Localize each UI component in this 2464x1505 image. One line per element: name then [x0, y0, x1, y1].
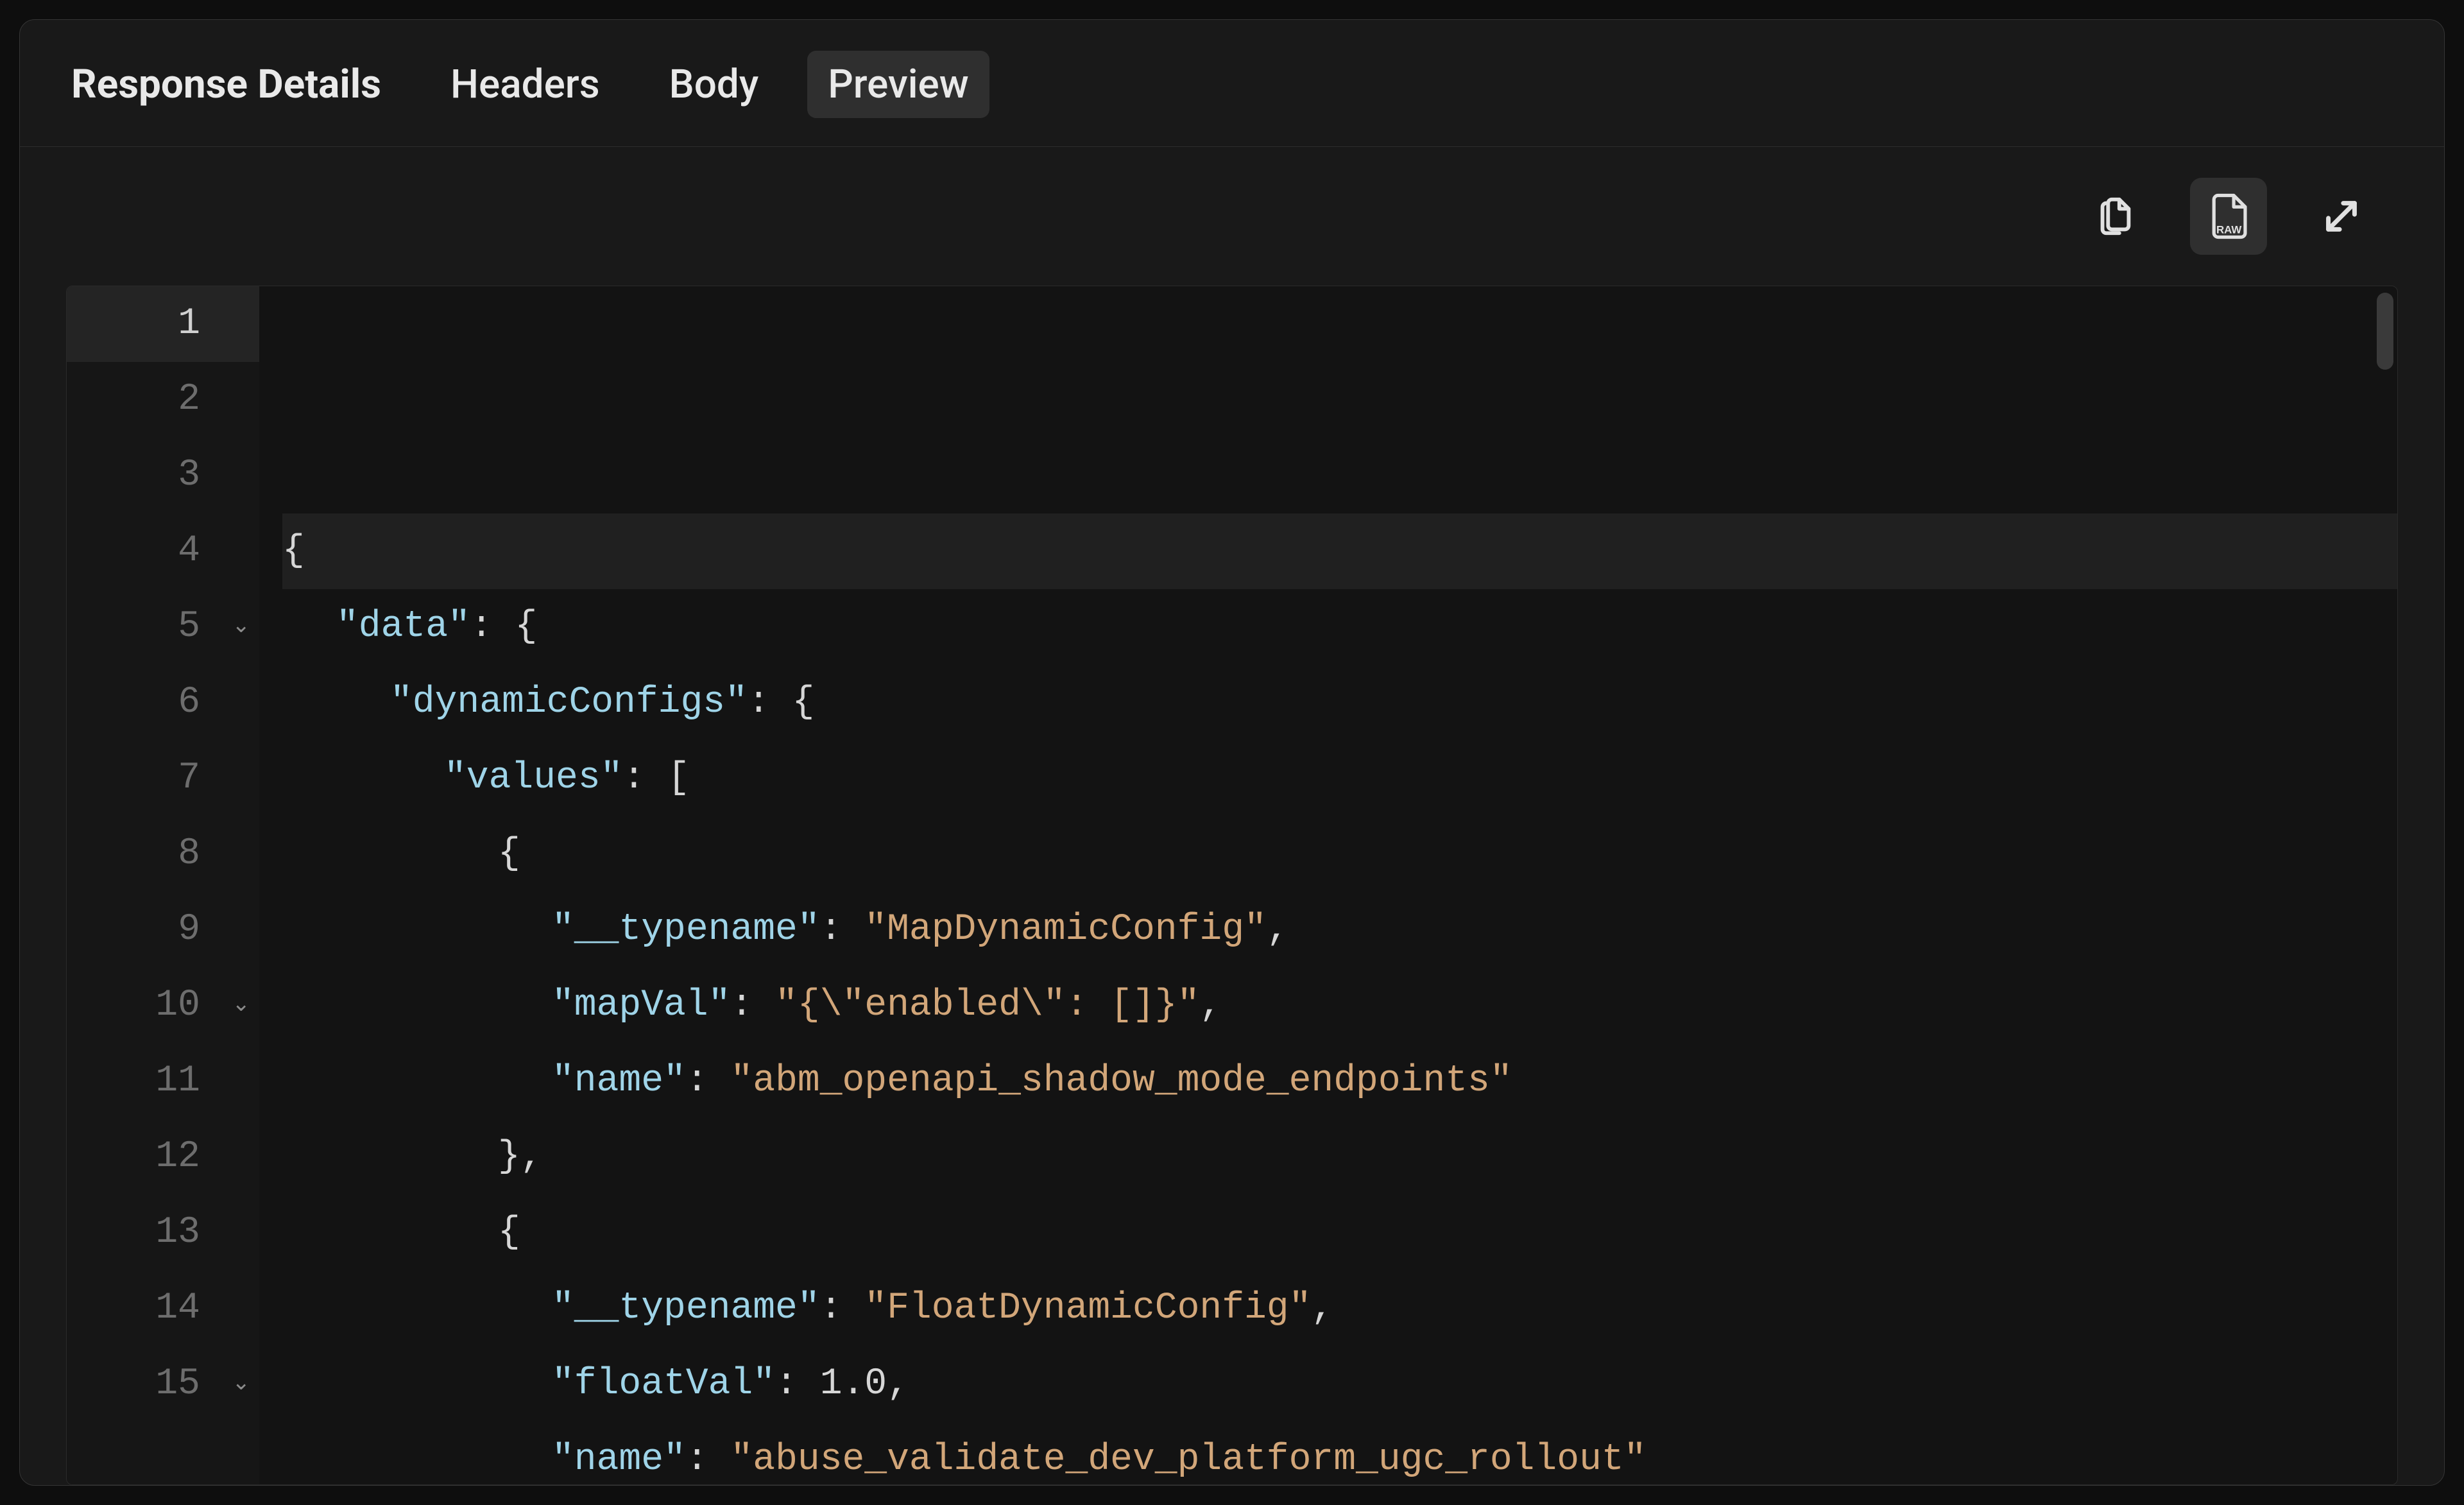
- token-key: "name": [552, 1044, 686, 1119]
- line-number: 2: [67, 362, 259, 438]
- token-string: "abuse_validate_dev_platform_ugc_rollout…: [730, 1422, 1646, 1485]
- raw-toggle-button[interactable]: RAW: [2190, 178, 2267, 255]
- token-key: "__typename": [552, 1271, 820, 1346]
- token-punc: {: [282, 513, 305, 589]
- copy-button[interactable]: [2077, 178, 2154, 255]
- line-number: 11: [67, 1044, 259, 1119]
- token-punc: },: [498, 1119, 543, 1195]
- code-line[interactable]: "values": [: [282, 741, 2397, 816]
- token-punc: :: [686, 1044, 731, 1119]
- code-line[interactable]: {: [282, 513, 2397, 589]
- token-number: 1.0: [820, 1346, 887, 1422]
- token-key: "values": [444, 741, 622, 816]
- token-key: "data": [336, 589, 470, 665]
- line-number: 6: [67, 665, 259, 741]
- tab-body[interactable]: Body: [649, 51, 780, 118]
- line-number: 7: [67, 741, 259, 816]
- line-number: 5⌄: [67, 589, 259, 665]
- svg-text:RAW: RAW: [2216, 224, 2241, 236]
- code-line[interactable]: {: [282, 816, 2397, 892]
- code-line[interactable]: },: [282, 1119, 2397, 1195]
- line-number: 9: [67, 892, 259, 968]
- tab-headers[interactable]: Headers: [430, 51, 620, 118]
- line-number: 1: [67, 286, 259, 362]
- token-string: "abm_openapi_shadow_mode_endpoints": [730, 1044, 1512, 1119]
- code-line[interactable]: "__typename": "FloatDynamicConfig",: [282, 1271, 2397, 1346]
- code-line[interactable]: "mapVal": "{\"enabled\": []}",: [282, 968, 2397, 1044]
- fold-chevron-icon[interactable]: ⌄: [232, 1346, 251, 1422]
- preview-toolbar: RAW: [20, 147, 2444, 270]
- token-key: "dynamicConfigs": [390, 665, 748, 741]
- token-punc: :: [686, 1422, 731, 1485]
- token-punc: :: [730, 968, 775, 1044]
- fold-chevron-icon[interactable]: ⌄: [232, 589, 251, 665]
- code-line[interactable]: "name": "abm_openapi_shadow_mode_endpoin…: [282, 1044, 2397, 1119]
- line-number: 4: [67, 513, 259, 589]
- token-string: "MapDynamicConfig": [864, 892, 1267, 968]
- line-number: 12: [67, 1119, 259, 1195]
- token-punc: {: [498, 1195, 520, 1271]
- code-line[interactable]: "data": {: [282, 589, 2397, 665]
- token-punc: :: [775, 1346, 820, 1422]
- line-number: 15⌄: [67, 1346, 259, 1422]
- json-editor[interactable]: 12345⌄678910⌄1112131415⌄ {"data": {"dyna…: [66, 286, 2398, 1485]
- token-punc: ,: [1311, 1271, 1333, 1346]
- line-number: 3: [67, 438, 259, 513]
- expand-icon: [2319, 194, 2364, 239]
- tab-preview[interactable]: Preview: [807, 51, 989, 118]
- token-punc: : {: [470, 589, 537, 665]
- token-punc: ,: [1199, 968, 1222, 1044]
- panel-title: Response Details: [71, 51, 402, 118]
- token-punc: :: [820, 1271, 865, 1346]
- token-punc: :: [820, 892, 865, 968]
- line-number: 13: [67, 1195, 259, 1271]
- code-line[interactable]: "name": "abuse_validate_dev_platform_ugc…: [282, 1422, 2397, 1485]
- copy-icon: [2093, 194, 2138, 239]
- response-details-panel: Response Details Headers Body Preview RA…: [19, 19, 2445, 1486]
- token-string: "FloatDynamicConfig": [864, 1271, 1311, 1346]
- line-number: 8: [67, 816, 259, 892]
- line-number: 10⌄: [67, 968, 259, 1044]
- token-punc: : {: [748, 665, 814, 741]
- token-key: "__typename": [552, 892, 820, 968]
- code-line[interactable]: "floatVal": 1.0,: [282, 1346, 2397, 1422]
- token-key: "name": [552, 1422, 686, 1485]
- code-area[interactable]: {"data": {"dynamicConfigs": {"values": […: [259, 286, 2397, 1484]
- token-punc: ,: [887, 1346, 909, 1422]
- scrollbar-thumb[interactable]: [2377, 293, 2393, 370]
- raw-file-icon: RAW: [2203, 191, 2254, 241]
- token-key: "floatVal": [552, 1346, 775, 1422]
- token-string: "{\"enabled\": []}": [775, 968, 1199, 1044]
- fold-chevron-icon[interactable]: ⌄: [232, 968, 251, 1044]
- token-punc: ,: [1267, 892, 1289, 968]
- tab-bar: Response Details Headers Body Preview: [20, 20, 2444, 147]
- code-line[interactable]: "__typename": "MapDynamicConfig",: [282, 892, 2397, 968]
- expand-button[interactable]: [2303, 178, 2380, 255]
- token-punc: : [: [622, 741, 689, 816]
- token-key: "mapVal": [552, 968, 730, 1044]
- code-line[interactable]: "dynamicConfigs": {: [282, 665, 2397, 741]
- line-gutter: 12345⌄678910⌄1112131415⌄: [67, 286, 259, 1484]
- code-line[interactable]: {: [282, 1195, 2397, 1271]
- token-punc: {: [498, 816, 520, 892]
- line-number: 14: [67, 1271, 259, 1346]
